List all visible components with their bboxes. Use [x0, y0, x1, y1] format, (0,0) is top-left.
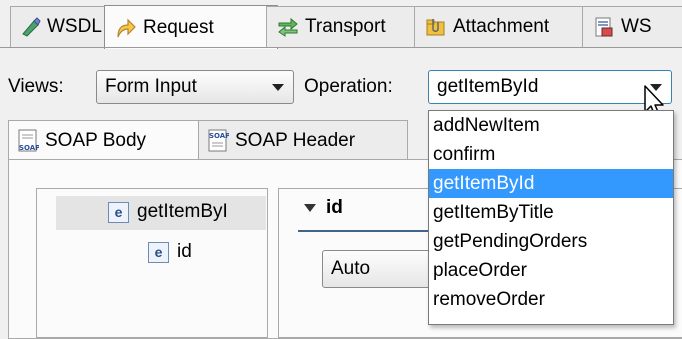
operation-option[interactable]: confirm: [429, 140, 673, 169]
operation-option[interactable]: getPendingOrders: [429, 227, 673, 256]
svg-text:SOAP: SOAP: [209, 132, 229, 140]
tab-attachment-label: Attachment: [453, 16, 550, 37]
operation-option[interactable]: placeOrder: [429, 256, 673, 285]
tab-soap-header[interactable]: SOAP SOAP Header: [198, 120, 408, 161]
tab-ws-label: WS: [621, 16, 652, 37]
tree-node-id[interactable]: e id: [148, 241, 192, 263]
tab-wsdl-label: WSDL: [47, 16, 102, 37]
operation-option-selected[interactable]: getItemById: [429, 169, 673, 198]
tab-soap-header-label: SOAP Header: [235, 130, 356, 151]
soap-icon: SOAP: [18, 129, 39, 152]
editor-tab-bar: WSDL Request Transport Attachment WS: [0, 0, 682, 49]
field-underline: [298, 230, 432, 232]
tab-transport-label: Transport: [305, 16, 386, 37]
ws-security-icon: [595, 17, 613, 37]
tree-node-root-label: getItemByI: [137, 201, 228, 222]
tab-wsdl[interactable]: WSDL: [10, 6, 116, 47]
transport-arrows-icon: [278, 17, 298, 37]
field-header[interactable]: id: [304, 197, 343, 219]
tab-request-label: Request: [143, 16, 214, 38]
views-select[interactable]: Form Input: [96, 70, 294, 104]
mode-select-value: Auto: [331, 258, 371, 279]
tree-node-id-label: id: [177, 241, 192, 262]
tab-request[interactable]: Request: [104, 5, 278, 49]
wsdl-icon: [22, 17, 41, 37]
svg-text:SOAP: SOAP: [19, 144, 39, 152]
operation-option[interactable]: getItemByTitle: [429, 198, 673, 227]
views-select-value: Form Input: [105, 76, 197, 97]
element-icon: e: [108, 201, 129, 223]
operation-label: Operation:: [304, 76, 393, 97]
operation-option[interactable]: removeOrder: [429, 285, 673, 314]
tab-bar-divider: [0, 47, 682, 48]
tree-node-root[interactable]: e getItemByI: [108, 201, 228, 223]
operation-select[interactable]: getItemById: [428, 70, 672, 104]
chevron-down-icon: [272, 84, 284, 91]
operation-dropdown-list: addNewItem confirm getItemById getItemBy…: [428, 110, 674, 325]
collapse-triangle-icon: [304, 204, 316, 212]
tab-soap-body-label: SOAP Body: [45, 130, 147, 151]
operation-select-value: getItemById: [437, 76, 539, 97]
element-icon: e: [148, 241, 169, 263]
operation-option[interactable]: addNewItem: [429, 111, 673, 140]
attachment-folder-icon: [426, 19, 445, 36]
tab-soap-body[interactable]: SOAP SOAP Body: [8, 120, 208, 161]
tab-attachment[interactable]: Attachment: [414, 6, 594, 47]
tab-ws[interactable]: WS: [582, 6, 682, 47]
request-arrow-icon: [117, 18, 136, 37]
soap-icon: SOAP: [208, 129, 229, 152]
mode-select[interactable]: Auto: [322, 250, 442, 288]
field-label: id: [326, 197, 343, 218]
views-label: Views:: [8, 76, 64, 97]
tab-transport[interactable]: Transport: [266, 6, 426, 47]
